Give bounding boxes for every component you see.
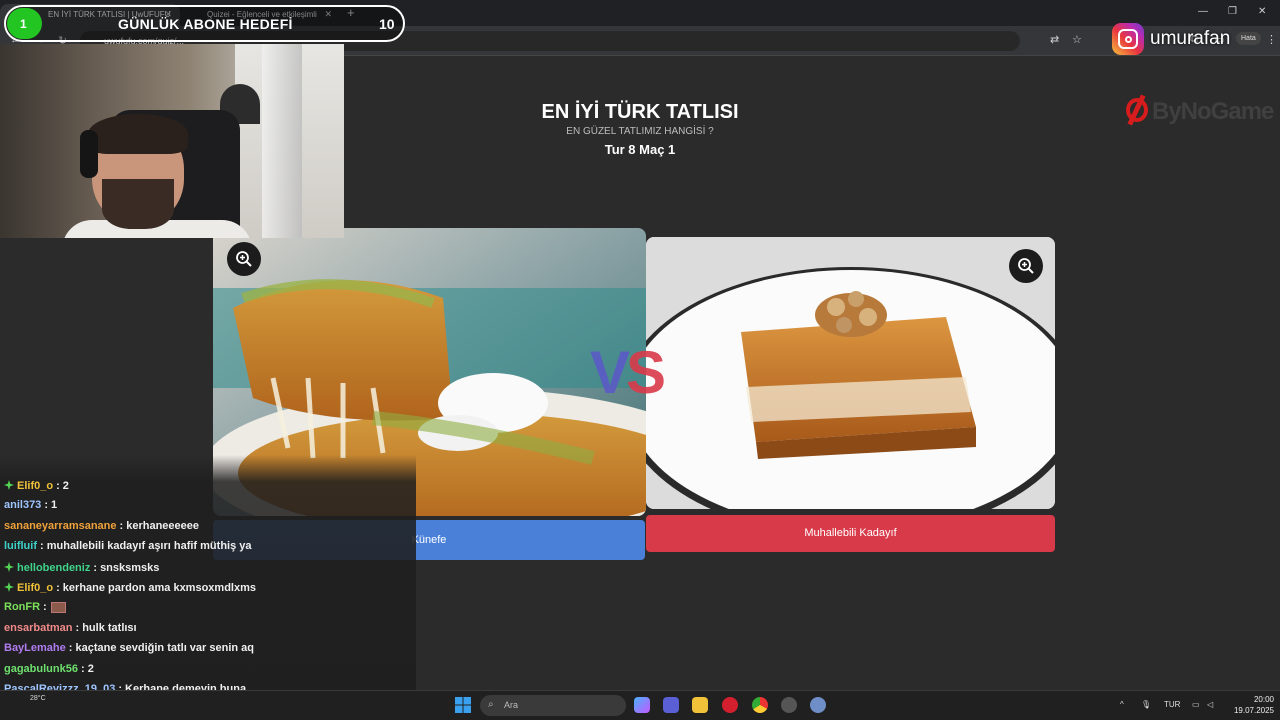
kadayif-image bbox=[646, 237, 1055, 509]
chat-text: : 1 bbox=[44, 499, 58, 512]
start-button[interactable] bbox=[455, 697, 471, 713]
goal-title: GÜNLÜK ABONE HEDEFİ bbox=[118, 16, 293, 32]
chat-message: RonFR: bbox=[4, 601, 66, 613]
menu-dots-icon[interactable]: ⋮ bbox=[1266, 33, 1277, 46]
taskbar-search[interactable]: ⌕ Ara bbox=[480, 695, 626, 716]
chat-message: Elif0_o: 2 bbox=[4, 479, 69, 492]
obs-icon[interactable] bbox=[781, 697, 797, 713]
vs-label: VS bbox=[590, 339, 666, 406]
clock-date: 19.07.2025 bbox=[1233, 706, 1274, 715]
option-label-left: Künefe bbox=[411, 534, 447, 546]
teams-icon[interactable] bbox=[663, 697, 679, 713]
profile-status-button[interactable]: Hata bbox=[1236, 32, 1261, 45]
chat-text: : kerhane pardon ama kxmsoxmdlxms bbox=[56, 582, 256, 594]
chat-message: sananeyarramsanane: kerhaneeeeee bbox=[4, 520, 199, 532]
copilot-icon[interactable] bbox=[634, 697, 650, 713]
search-placeholder: Ara bbox=[504, 700, 519, 710]
chat-username[interactable]: RonFR bbox=[4, 601, 40, 613]
chat-message: ensarbatman: hulk tatlısı bbox=[4, 622, 137, 634]
opera-icon[interactable] bbox=[722, 697, 738, 713]
app-icon[interactable] bbox=[810, 697, 826, 713]
goal-current: 1 bbox=[20, 17, 27, 31]
chat-text: : muhallebili kadayıf aşırı hafif müthiş… bbox=[40, 540, 252, 553]
chat-text: : 2 bbox=[56, 480, 69, 492]
microphone-icon[interactable]: 🎙 bbox=[1141, 700, 1151, 709]
zoom-left-button[interactable] bbox=[227, 242, 261, 276]
chat-username[interactable]: BayLemahe bbox=[4, 642, 66, 654]
chat-text: : snsksmsks bbox=[93, 561, 160, 574]
chat-message: hellobendeniz: snsksmsks bbox=[4, 561, 159, 574]
chat-message: anil373: 1 bbox=[4, 499, 57, 511]
goal-target: 10 bbox=[379, 16, 395, 32]
window-close-icon[interactable]: ✕ bbox=[1258, 6, 1266, 17]
taskbar: 28°C ⌕ Ara ^ 🎙 TUR ▭ ◁ 20:00 19.07.2025 bbox=[0, 690, 1280, 720]
translate-icon[interactable]: ⇄ bbox=[1050, 33, 1059, 46]
sub-badge-icon bbox=[4, 582, 14, 592]
language-indicator[interactable]: TUR bbox=[1164, 700, 1180, 709]
logo-text: ByNoGame bbox=[1152, 98, 1274, 125]
zoom-in-icon bbox=[1018, 258, 1034, 274]
bynogame-logo: ByNoGame bbox=[1124, 94, 1280, 126]
chat-text: : bbox=[43, 601, 47, 614]
network-icon[interactable]: ▭ bbox=[1192, 700, 1200, 709]
weather-text: 28°C bbox=[30, 695, 46, 702]
chat-username[interactable]: anil373 bbox=[4, 499, 41, 511]
bookmark-star-icon[interactable]: ☆ bbox=[1072, 33, 1082, 46]
option-label-right: Muhallebili Kadayıf bbox=[804, 527, 897, 539]
chrome-icon[interactable] bbox=[752, 697, 768, 713]
chat-message: Elif0_o: kerhane pardon ama kxmsoxmdlxms bbox=[4, 581, 256, 594]
webcam-overlay bbox=[0, 44, 344, 238]
volume-icon[interactable]: ◁ bbox=[1207, 700, 1213, 709]
page-subtitle: EN GÜZEL TATLIMIZ HANGİSİ ? bbox=[566, 126, 714, 137]
file-explorer-icon[interactable] bbox=[692, 697, 708, 713]
taskbar-clock[interactable]: 20:00 19.07.2025 bbox=[1226, 694, 1274, 716]
sub-badge-icon bbox=[4, 480, 14, 490]
chat-text: : hulk tatlısı bbox=[75, 621, 137, 634]
chat-emote-icon bbox=[50, 601, 66, 613]
chat-username[interactable]: luifluif bbox=[4, 540, 37, 552]
clock-time: 20:00 bbox=[1253, 695, 1274, 704]
chat-username[interactable]: Elif0_o bbox=[17, 480, 53, 492]
chat-message: gagabulunk56: 2 bbox=[4, 663, 94, 675]
chat-username[interactable]: Elif0_o bbox=[17, 582, 53, 594]
round-label: Tur 8 Maç 1 bbox=[604, 142, 676, 157]
sub-badge-icon bbox=[4, 561, 14, 572]
chat-username[interactable]: gagabulunk56 bbox=[4, 663, 78, 675]
chat-text: : 2 bbox=[80, 662, 94, 675]
chat-username[interactable]: ensarbatman bbox=[4, 622, 72, 634]
chat-text: : kaçtane sevdiğin tatlı var senin aq bbox=[68, 642, 254, 655]
zoom-in-icon bbox=[236, 251, 252, 267]
maximize-icon[interactable]: ❐ bbox=[1228, 6, 1237, 17]
tray-expand-icon[interactable]: ^ bbox=[1120, 700, 1124, 709]
chat-username[interactable]: hellobendeniz bbox=[17, 562, 90, 574]
windows-icon bbox=[455, 697, 471, 713]
instagram-handle: umurafan bbox=[1150, 28, 1231, 49]
subscriber-goal-bar: 1 GÜNLÜK ABONE HEDEFİ 10 bbox=[4, 5, 405, 42]
instagram-icon bbox=[1112, 23, 1144, 55]
zoom-right-button[interactable] bbox=[1009, 249, 1043, 283]
chat-username[interactable]: sananeyarramsanane bbox=[4, 520, 117, 532]
page-title: EN İYİ TÜRK TATLISI bbox=[541, 101, 739, 123]
chat-message: luifluif: muhallebili kadayıf aşırı hafi… bbox=[4, 540, 252, 552]
minimize-icon[interactable]: — bbox=[1198, 6, 1208, 17]
option-button-right[interactable]: Muhallebili Kadayıf bbox=[646, 515, 1055, 552]
search-icon: ⌕ bbox=[488, 699, 494, 710]
chat-message: BayLemahe: kaçtane sevdiğin tatlı var se… bbox=[4, 642, 254, 654]
chat-text: : kerhaneeeeee bbox=[119, 519, 200, 532]
headset-icon bbox=[80, 130, 98, 178]
option-image-right[interactable] bbox=[646, 237, 1055, 509]
